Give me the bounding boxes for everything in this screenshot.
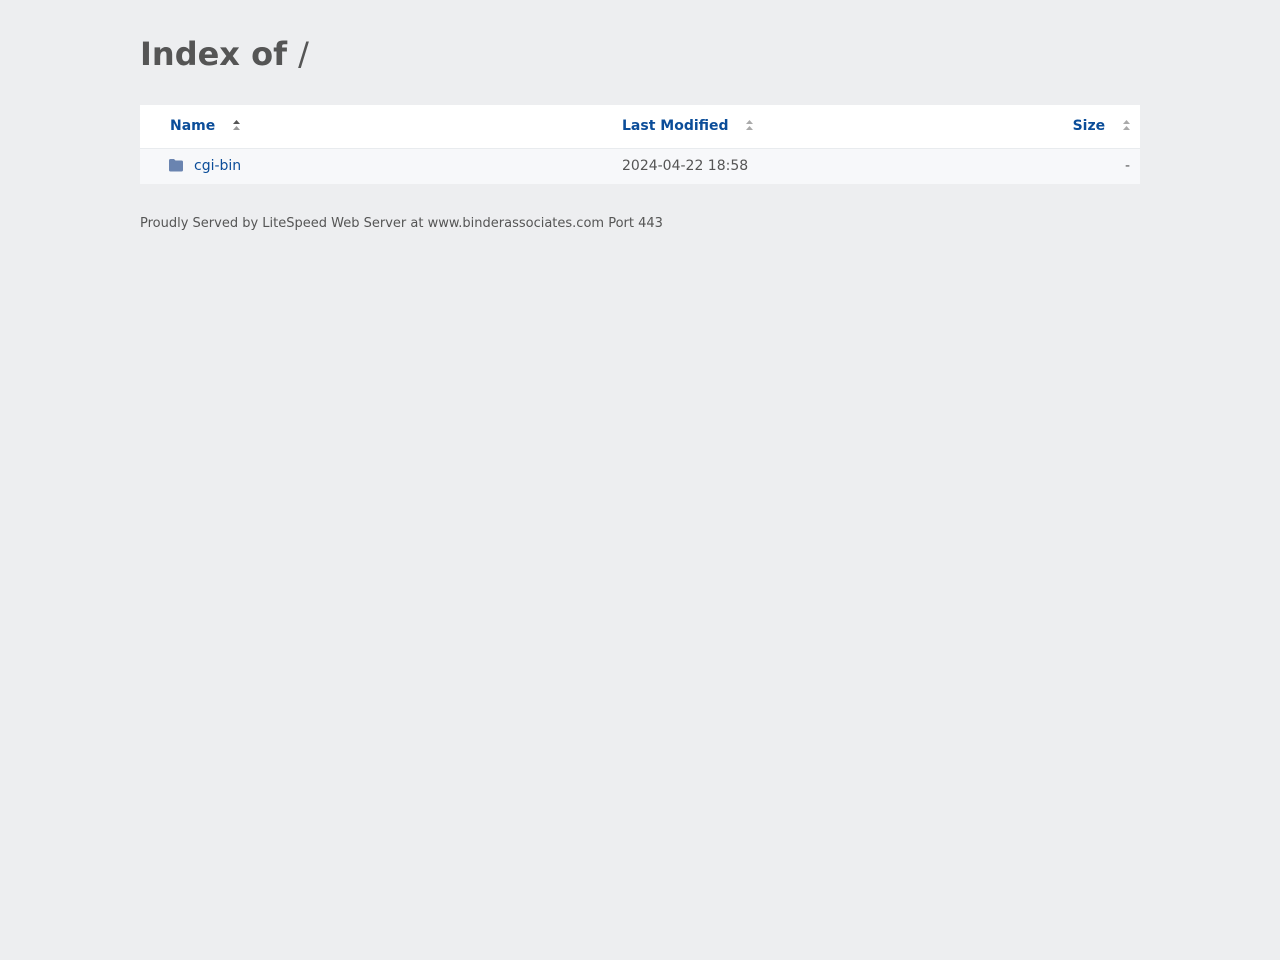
column-header-size[interactable]: Size [1073, 105, 1131, 148]
page-title: Index of / [140, 34, 309, 74]
column-header-last-modified-label: Last Modified [622, 118, 729, 134]
page-title-path: / [298, 35, 309, 73]
column-header-name[interactable]: Name [170, 105, 241, 148]
last-modified-cell: 2024-04-22 18:58 [622, 158, 749, 174]
sort-icon [746, 120, 754, 130]
page-title-label: Index of [140, 35, 287, 73]
directory-listing-table: Name Last Modified Size cgi-bin 2024-04-… [140, 105, 1140, 184]
file-name-cell: cgi-bin [168, 149, 241, 184]
size-cell: - [1124, 158, 1130, 174]
column-header-last-modified[interactable]: Last Modified [622, 105, 754, 148]
table-row: cgi-bin 2024-04-22 18:58 - [140, 149, 1140, 184]
file-link[interactable]: cgi-bin [194, 158, 241, 174]
server-footer: Proudly Served by LiteSpeed Web Server a… [140, 216, 663, 231]
sort-asc-icon [233, 120, 241, 130]
sort-icon [1123, 120, 1130, 130]
column-header-name-label: Name [170, 118, 216, 134]
table-header: Name Last Modified Size [140, 105, 1140, 149]
column-header-size-label: Size [1072, 118, 1106, 134]
folder-icon [169, 159, 183, 172]
